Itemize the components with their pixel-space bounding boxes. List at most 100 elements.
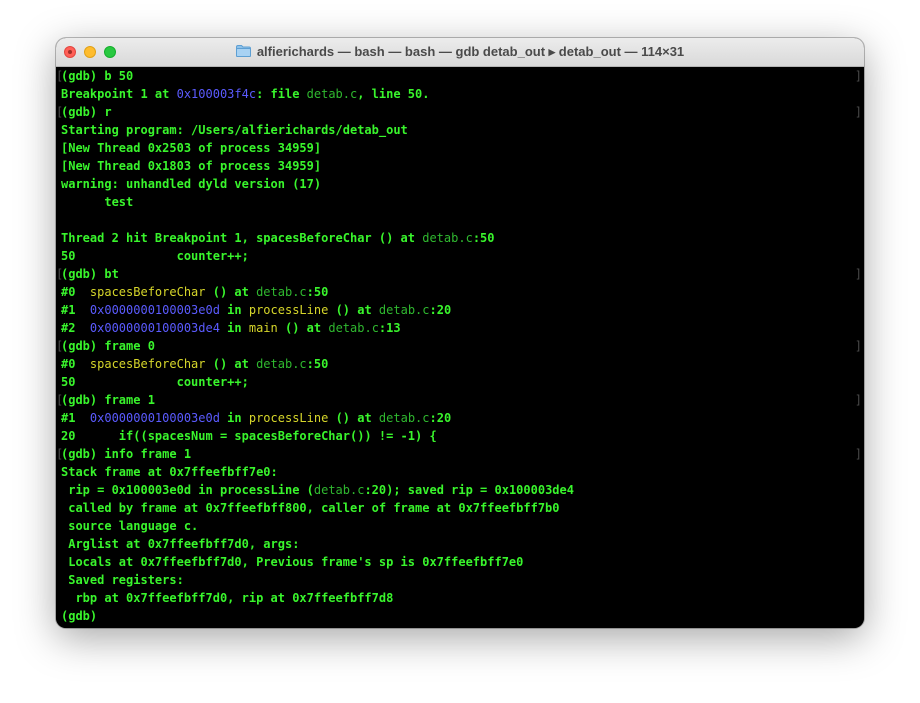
mark-bracket-right: ] [854, 69, 862, 83]
terminal-text: (gdb) frame 1 [61, 393, 155, 407]
terminal-output[interactable]: [] (gdb) b 50 Breakpoint 1 at 0x100003f4c:… [56, 67, 864, 628]
terminal-text: Locals at 0x7ffeefbff7d0, Previous frame… [61, 555, 524, 569]
window-title-container: alfierichards — bash — bash — gdb detab_… [56, 38, 864, 66]
mark-bracket-left: [ [56, 105, 64, 119]
folder-icon [235, 45, 251, 57]
terminal-text: :50 [306, 357, 329, 371]
terminal-file-text: detab.c [306, 87, 358, 101]
window-title: alfierichards — bash — bash — gdb detab_… [256, 44, 685, 59]
terminal-text: Breakpoint 1 at [61, 87, 177, 101]
terminal-output-line: Breakpoint 1 at 0x100003f4c: file detab.… [56, 85, 864, 103]
terminal-text: Arglist at 0x7ffeefbff7d0, args: [61, 537, 307, 551]
terminal-file-text: detab.c [256, 285, 307, 299]
terminal-text: source language c. [61, 519, 199, 533]
terminal-text: :13 [378, 321, 401, 335]
terminal-file-text: detab.c [313, 483, 365, 497]
terminal-text: () at [328, 411, 379, 425]
terminal-text: , line 50. [357, 87, 430, 101]
terminal-text: test [61, 195, 134, 209]
terminal-file-text: detab.c [422, 231, 473, 245]
terminal-output-line: 50 counter++; [56, 373, 864, 391]
terminal-text: Saved registers: [61, 573, 184, 587]
mark-bracket-left: [ [56, 267, 64, 281]
terminal-output-line: Starting program: /Users/alfierichards/d… [56, 121, 864, 139]
terminal-text: #2 [61, 321, 90, 335]
terminal-text: (gdb) r [61, 105, 112, 119]
terminal-addr-text: 0x100003f4c [176, 87, 257, 101]
terminal-text: (gdb) [61, 609, 105, 623]
terminal-text: called by frame at 0x7ffeefbff800, calle… [61, 501, 560, 515]
terminal-prompt-line: [] (gdb) frame 1 [56, 391, 864, 409]
terminal-text: in [219, 321, 249, 335]
mark-bracket-right: ] [854, 447, 862, 461]
terminal-prompt-line: [] (gdb) bt [56, 265, 864, 283]
terminal-output-line: 50 counter++; [56, 247, 864, 265]
title-bar[interactable]: alfierichards — bash — bash — gdb detab_… [56, 38, 864, 67]
terminal-text: rip = 0x100003e0d in processLine ( [61, 483, 314, 497]
terminal-text: () at [328, 303, 379, 317]
terminal-output-line: #1 0x0000000100003e0d in processLine () … [56, 409, 864, 427]
terminal-text: (gdb) info frame 1 [61, 447, 192, 461]
mark-bracket-left: [ [56, 447, 64, 461]
terminal-file-text: detab.c [328, 321, 379, 335]
terminal-text: [New Thread 0x1803 of process 34959] [61, 159, 322, 173]
terminal-output-line: warning: unhandled dyld version (17) [56, 175, 864, 193]
terminal-text: #1 [61, 303, 90, 317]
terminal-output-line: #0 spacesBeforeChar () at detab.c:50 [56, 355, 864, 373]
terminal-output-line: Saved registers: [56, 571, 864, 589]
terminal-output-line: called by frame at 0x7ffeefbff800, calle… [56, 499, 864, 517]
terminal-prompt-line: [] (gdb) frame 0 [56, 337, 864, 355]
mark-bracket-left: [ [56, 393, 64, 407]
terminal-fn-text: processLine [248, 411, 329, 425]
terminal-output-line: rip = 0x100003e0d in processLine (detab.… [56, 481, 864, 499]
terminal-output-line: Arglist at 0x7ffeefbff7d0, args: [56, 535, 864, 553]
terminal-output-line: [New Thread 0x1803 of process 34959] [56, 157, 864, 175]
mark-bracket-right: ] [854, 393, 862, 407]
terminal-prompt-line: [] (gdb) b 50 [56, 67, 864, 85]
terminal-text: rbp at 0x7ffeefbff7d0, rip at 0x7ffeefbf… [61, 591, 394, 605]
terminal-text: :50 [472, 231, 495, 245]
terminal-text: (gdb) b 50 [61, 69, 134, 83]
terminal-text: () at [205, 357, 257, 371]
terminal-text: () at [205, 285, 257, 299]
terminal-text: () at [277, 321, 329, 335]
terminal-output-line: #1 0x0000000100003e0d in processLine () … [56, 301, 864, 319]
terminal-file-text: detab.c [378, 411, 430, 425]
terminal-prompt-line: [] (gdb) info frame 1 [56, 445, 864, 463]
mark-bracket-left: [ [56, 339, 64, 353]
mark-bracket-left: [ [56, 69, 64, 83]
terminal-text: Stack frame at 0x7ffeefbff7e0: [61, 465, 278, 479]
terminal-addr-text: 0x0000000100003e0d [89, 411, 220, 425]
mark-bracket-right: ] [854, 339, 862, 353]
terminal-text: [New Thread 0x2503 of process 34959] [61, 141, 322, 155]
terminal-addr-text: 0x0000000100003de4 [89, 321, 220, 335]
terminal-output-line: Locals at 0x7ffeefbff7d0, Previous frame… [56, 553, 864, 571]
terminal-output-line: source language c. [56, 517, 864, 535]
terminal-text: 20 if((spacesNum = spacesBeforeChar()) !… [61, 429, 437, 443]
terminal-fn-text: main [248, 321, 278, 335]
terminal-text: :20); saved rip = 0x100003de4 [364, 483, 574, 497]
terminal-output-line: 20 if((spacesNum = spacesBeforeChar()) !… [56, 427, 864, 445]
terminal-text: :20 [429, 411, 452, 425]
terminal-output-line: Thread 2 hit Breakpoint 1, spacesBeforeC… [56, 229, 864, 247]
terminal-text: in [219, 303, 249, 317]
mark-bracket-right: ] [854, 105, 862, 119]
terminal-text: Starting program: /Users/alfierichards/d… [61, 123, 408, 137]
terminal-fn-text: spacesBeforeChar [89, 357, 206, 371]
terminal-text: 50 counter++; [61, 375, 249, 389]
terminal-output-line: Stack frame at 0x7ffeefbff7e0: [56, 463, 864, 481]
terminal-text: in [219, 411, 249, 425]
terminal-output-line: test [56, 193, 864, 211]
terminal-text: #0 [61, 357, 90, 371]
terminal-prompt-line: [] (gdb) r [56, 103, 864, 121]
terminal-text: 50 counter++; [61, 249, 249, 263]
terminal-output-line: #2 0x0000000100003de4 in main () at deta… [56, 319, 864, 337]
terminal-text: : file [256, 87, 307, 101]
terminal-output-line: rbp at 0x7ffeefbff7d0, rip at 0x7ffeefbf… [56, 589, 864, 607]
terminal-addr-text: 0x0000000100003e0d [89, 303, 220, 317]
terminal-output-line: [New Thread 0x2503 of process 34959] [56, 139, 864, 157]
terminal-text: :20 [429, 303, 452, 317]
terminal-text: (gdb) frame 0 [61, 339, 155, 353]
terminal-text: Thread 2 hit Breakpoint 1, spacesBeforeC… [61, 231, 423, 245]
